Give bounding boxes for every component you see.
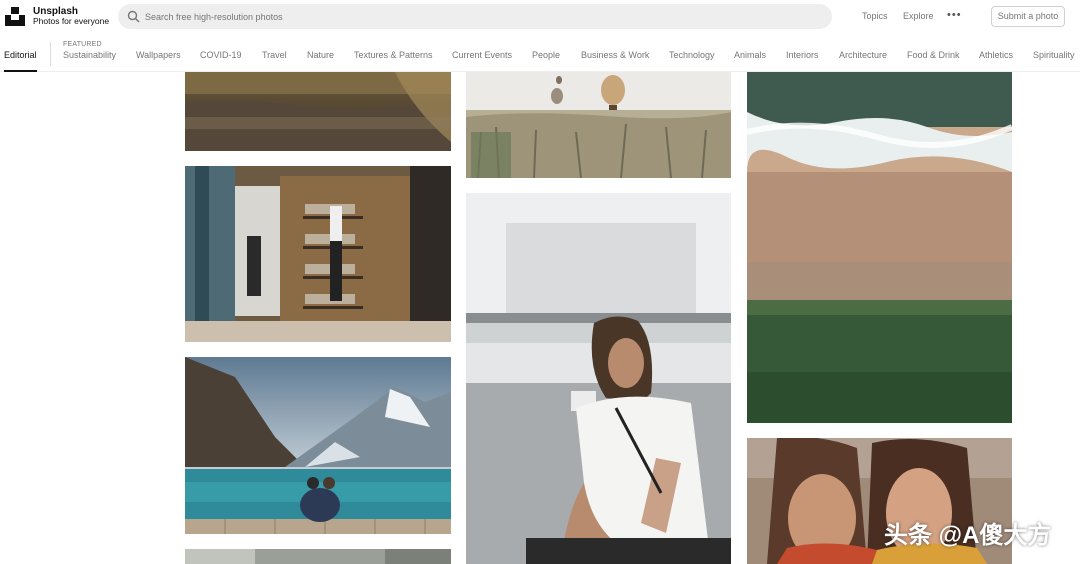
tab-people[interactable]: People (532, 50, 560, 60)
photo-hot-air-balloons[interactable] (466, 72, 731, 178)
nav-divider (50, 42, 51, 66)
tab-spirituality[interactable]: Spirituality (1033, 50, 1075, 60)
submit-photo-button[interactable]: Submit a photo (991, 6, 1065, 27)
brand-tagline: Photos for everyone (33, 16, 110, 26)
search-input[interactable] (145, 4, 815, 29)
topics-link[interactable]: Topics (862, 11, 888, 21)
photo-man-white-shirt[interactable] (466, 193, 731, 564)
category-nav: Editorial FEATURED Sustainability Wallpa… (0, 33, 1080, 72)
photo-partial-bottom[interactable] (185, 549, 451, 564)
more-options-icon[interactable]: ••• (947, 8, 961, 22)
tab-current-events[interactable]: Current Events (452, 50, 512, 60)
photo-lake-reflection[interactable] (185, 72, 451, 151)
watermark-text: 头条 @A傻大方 (884, 522, 1052, 549)
search-bar[interactable] (118, 4, 832, 29)
unsplash-logo-icon[interactable] (5, 6, 25, 26)
tab-animals[interactable]: Animals (734, 50, 766, 60)
tab-business-work[interactable]: Business & Work (581, 50, 649, 60)
tab-architecture[interactable]: Architecture (839, 50, 887, 60)
photo-mountain-lake[interactable] (185, 357, 451, 534)
search-icon[interactable] (127, 10, 140, 23)
explore-link[interactable]: Explore (903, 11, 934, 21)
featured-label: FEATURED (63, 41, 102, 48)
tab-textures-patterns[interactable]: Textures & Patterns (354, 50, 433, 60)
photo-library-shelves[interactable] (185, 166, 451, 342)
tab-editorial[interactable]: Editorial (4, 50, 37, 60)
tab-nature[interactable]: Nature (307, 50, 334, 60)
tab-sustainability[interactable]: Sustainability (63, 50, 116, 60)
tab-wallpapers[interactable]: Wallpapers (136, 50, 181, 60)
tab-interiors[interactable]: Interiors (786, 50, 819, 60)
tab-covid-19[interactable]: COVID-19 (200, 50, 242, 60)
photo-aerial-beach[interactable] (747, 72, 1012, 423)
top-header: Unsplash Photos for everyone Topics Expl… (0, 0, 1080, 33)
tab-athletics[interactable]: Athletics (979, 50, 1013, 60)
tab-technology[interactable]: Technology (669, 50, 715, 60)
tab-travel[interactable]: Travel (262, 50, 287, 60)
brand[interactable]: Unsplash Photos for everyone (33, 6, 109, 26)
tab-food-drink[interactable]: Food & Drink (907, 50, 960, 60)
active-tab-indicator (4, 70, 37, 72)
